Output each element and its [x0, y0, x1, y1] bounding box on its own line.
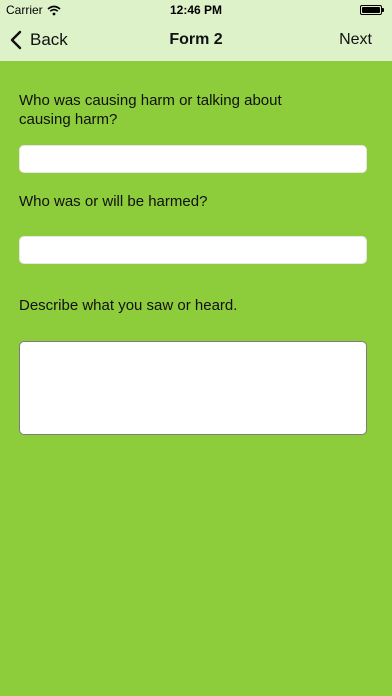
- question-causing-harm-label: Who was causing harm or talking about ca…: [19, 92, 282, 128]
- battery-level: [362, 7, 380, 13]
- top-bar: Carrier 12:46 PM Back Form 2 Next: [0, 0, 392, 61]
- battery-icon: [360, 5, 384, 15]
- page-title: Form 2: [169, 31, 223, 48]
- harmed-input[interactable]: [19, 236, 367, 264]
- causing-harm-input[interactable]: [19, 145, 367, 173]
- navigation-bar: Back Form 2 Next: [0, 20, 392, 61]
- describe-textarea[interactable]: [19, 341, 367, 435]
- question-describe-label: Describe what you saw or heard.: [19, 297, 238, 314]
- status-time: 12:46 PM: [169, 3, 223, 17]
- next-button[interactable]: Next: [339, 31, 372, 49]
- question-harmed-label: Who was or will be harmed?: [19, 193, 208, 210]
- status-bar: Carrier 12:46 PM: [0, 0, 392, 20]
